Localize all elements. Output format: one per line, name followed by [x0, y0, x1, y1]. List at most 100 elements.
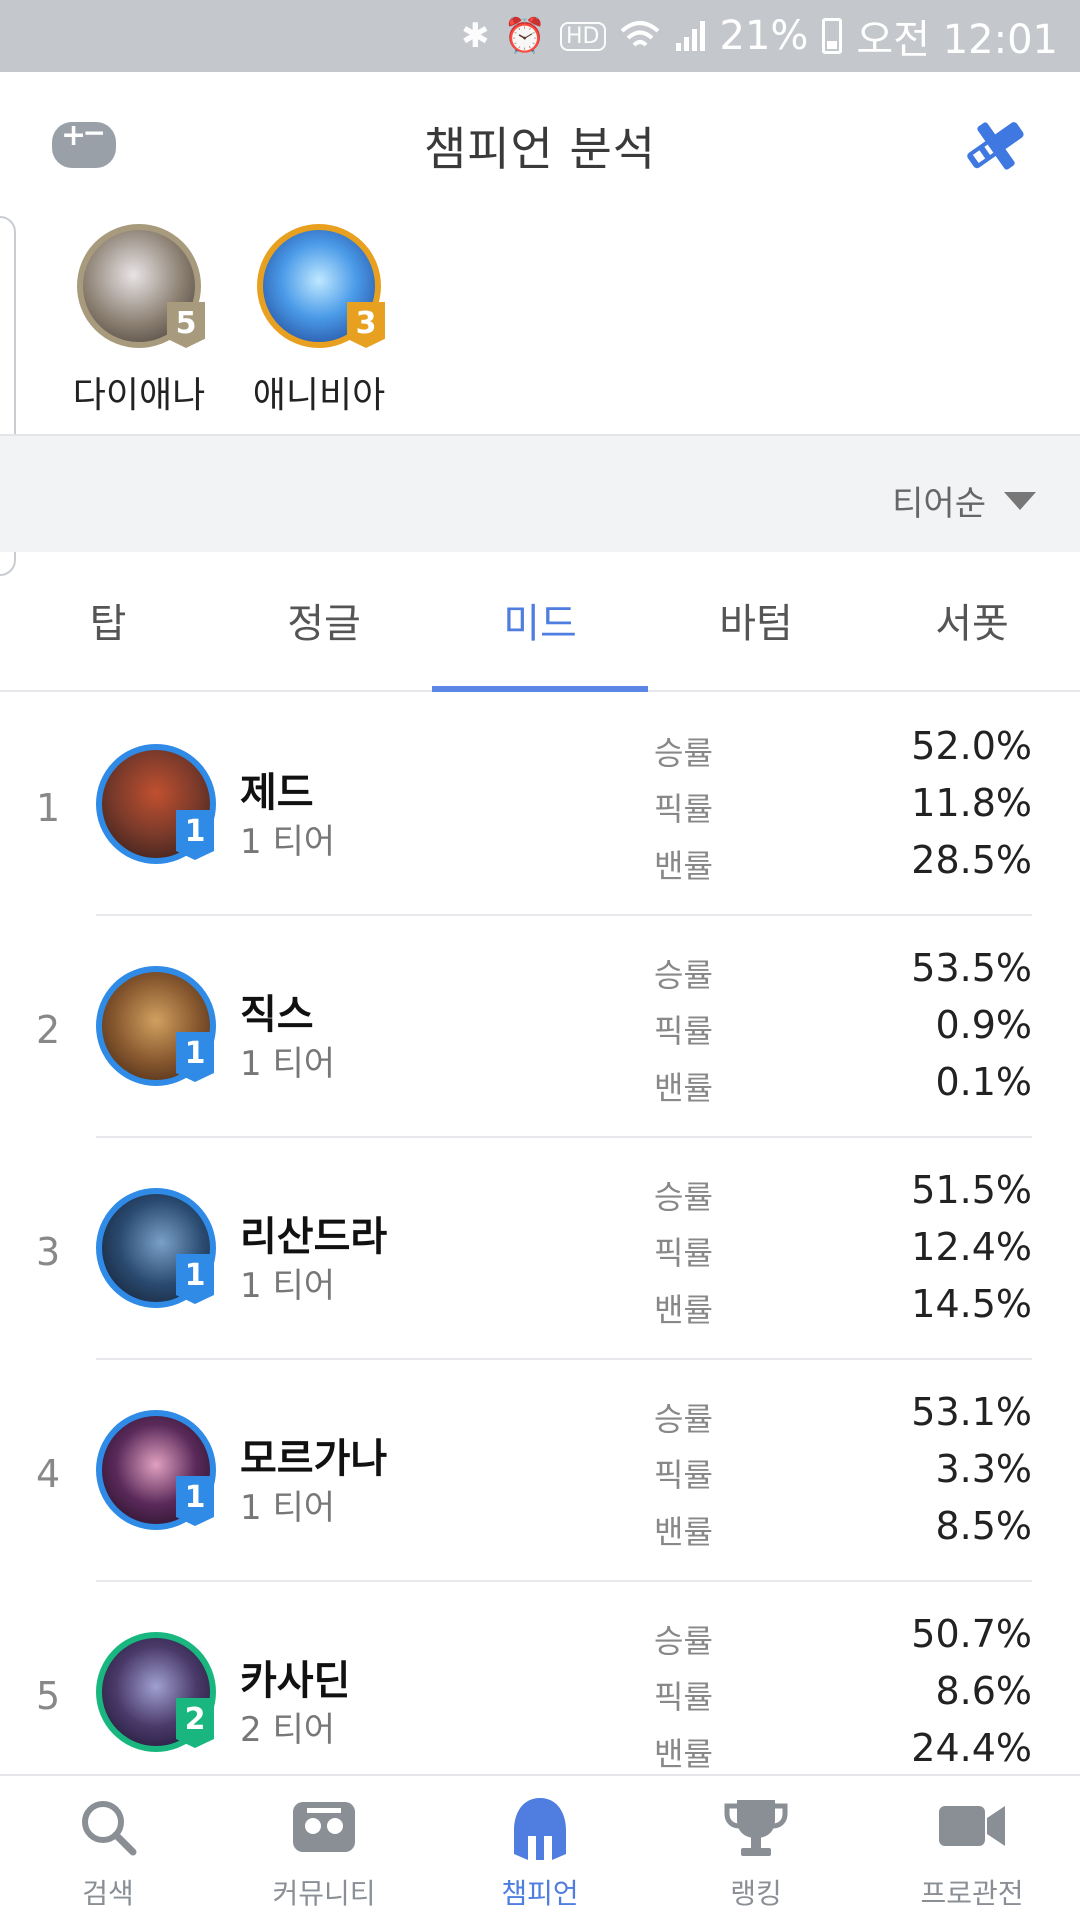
- tools-icon[interactable]: [960, 112, 1032, 180]
- champion-tier: 1 티어: [240, 1044, 335, 1084]
- nav-search[interactable]: 검색: [0, 1776, 216, 1922]
- battery-icon: [822, 18, 843, 54]
- champion-row[interactable]: 2 1 직스 1 티어 승률 픽률 밴률 53.5% 0.9% 0.1%: [0, 916, 1080, 1138]
- favorite-champions: 5 다이애나 3 애니비아: [0, 220, 1080, 430]
- ban-rate-label: 밴률: [654, 1735, 713, 1772]
- clock: 오전 12:01: [856, 17, 1058, 63]
- champion-tier: 1 티어: [240, 822, 335, 862]
- tab-bottom[interactable]: 바텀: [648, 550, 864, 690]
- pick-rate-value: 12.4%: [911, 1225, 1032, 1269]
- nav-champion[interactable]: 챔피언: [432, 1776, 648, 1922]
- tier-badge: 3: [347, 302, 385, 348]
- nav-label: 검색: [82, 1877, 134, 1910]
- app-header: 챔피언 분석: [0, 72, 1080, 220]
- champion-row[interactable]: 4 1 모르가나 1 티어 승률 픽률 밴률 53.1% 3.3% 8.5%: [0, 1360, 1080, 1582]
- tab-mid[interactable]: 미드: [432, 550, 648, 692]
- nav-label: 프로관전: [920, 1877, 1024, 1910]
- rank-number: 1: [36, 786, 61, 830]
- search-icon: [82, 1801, 137, 1856]
- sort-bar: 티어순: [0, 434, 1080, 552]
- champion-name: 리산드라: [240, 1214, 388, 1260]
- pick-rate-label: 픽률: [654, 1678, 713, 1716]
- sort-label: 티어순: [892, 484, 986, 524]
- champion-tier: 2 티어: [240, 1710, 335, 1750]
- favorite-item[interactable]: 3 애니비아: [234, 220, 404, 418]
- nav-label: 커뮤니티: [272, 1877, 376, 1910]
- ban-rate-label: 밴률: [654, 1069, 713, 1107]
- pick-rate-value: 8.6%: [935, 1669, 1032, 1713]
- win-rate-value: 52.0%: [911, 724, 1032, 768]
- rank-number: 2: [36, 1008, 61, 1052]
- ban-rate-label: 밴률: [654, 1513, 713, 1551]
- champion-row[interactable]: 5 2 카사딘 2 티어 승률 픽률 밴률 50.7% 8.6% 24.4%: [0, 1582, 1080, 1772]
- page-title: 챔피언 분석: [423, 122, 657, 176]
- tier-badge: 1: [176, 1476, 214, 1526]
- pick-rate-value: 3.3%: [935, 1447, 1032, 1491]
- wifi-icon: [620, 21, 659, 47]
- pick-rate-label: 픽률: [654, 1456, 713, 1494]
- tier-badge: 1: [176, 1032, 214, 1082]
- win-rate-value: 53.5%: [911, 946, 1032, 990]
- win-rate-label: 승률: [654, 1400, 713, 1438]
- tier-badge: 2: [176, 1698, 214, 1748]
- pick-rate-label: 픽률: [654, 1012, 713, 1050]
- champion-name: 직스: [240, 992, 314, 1038]
- champion-helmet-icon: [514, 1798, 566, 1860]
- ban-rate-value: 14.5%: [911, 1282, 1032, 1326]
- nav-community[interactable]: 커뮤니티: [216, 1776, 432, 1922]
- rank-number: 5: [36, 1674, 61, 1718]
- champion-name: 카사딘: [240, 1658, 351, 1704]
- bluetooth-icon: ✱: [461, 16, 490, 56]
- tier-badge: 5: [167, 302, 205, 348]
- favorite-name: 다이애나: [72, 375, 206, 416]
- position-tabs: 탑 정글 미드 바텀 서폿: [0, 550, 1080, 692]
- bottom-navigation: 검색 커뮤니티 챔피언 랭킹 프로관전: [0, 1774, 1080, 1922]
- rank-number: 4: [36, 1452, 61, 1496]
- win-rate-label: 승률: [654, 1178, 713, 1216]
- video-camera-icon: [939, 1806, 1005, 1846]
- ban-rate-label: 밴률: [654, 1291, 713, 1329]
- battery-percent: 21%: [719, 13, 809, 59]
- pick-rate-value: 0.9%: [935, 1003, 1032, 1047]
- nav-label: 랭킹: [730, 1877, 782, 1910]
- win-rate-value: 51.5%: [911, 1168, 1032, 1212]
- signal-icon: [675, 21, 705, 51]
- tab-top[interactable]: 탑: [0, 550, 216, 690]
- champion-row[interactable]: 1 1 제드 1 티어 승률 픽률 밴률 52.0% 11.8% 28.5%: [0, 694, 1080, 916]
- win-rate-value: 53.1%: [911, 1390, 1032, 1434]
- ban-rate-label: 밴률: [654, 847, 713, 885]
- gamepad-icon[interactable]: [52, 116, 116, 168]
- nav-label: 챔피언: [501, 1877, 579, 1910]
- sort-dropdown[interactable]: 티어순: [892, 476, 1036, 525]
- pick-rate-label: 픽률: [654, 1234, 713, 1272]
- win-rate-label: 승률: [654, 734, 713, 772]
- champion-tier: 1 티어: [240, 1266, 335, 1306]
- hd-voice-icon: HD: [560, 21, 606, 51]
- ban-rate-value: 24.4%: [911, 1726, 1032, 1770]
- favorite-name: 애니비아: [252, 375, 386, 416]
- tab-jungle[interactable]: 정글: [216, 550, 432, 690]
- status-bar: ✱ ⏰ HD 21% 오전 12:01: [0, 0, 1080, 72]
- pick-rate-label: 픽률: [654, 790, 713, 828]
- champion-row[interactable]: 3 1 리산드라 1 티어 승률 픽률 밴률 51.5% 12.4% 14.5%: [0, 1138, 1080, 1360]
- nav-pro-spectate[interactable]: 프로관전: [864, 1776, 1080, 1922]
- ban-rate-value: 0.1%: [935, 1060, 1032, 1104]
- tier-badge: 1: [176, 1254, 214, 1304]
- pick-rate-value: 11.8%: [911, 781, 1032, 825]
- champion-portrait: 3: [257, 224, 385, 348]
- community-icon: [293, 1802, 355, 1852]
- caret-down-icon: [1004, 491, 1036, 510]
- champion-tier: 1 티어: [240, 1488, 335, 1528]
- ban-rate-value: 8.5%: [935, 1504, 1032, 1548]
- win-rate-value: 50.7%: [911, 1612, 1032, 1656]
- trophy-icon: [724, 1800, 788, 1856]
- nav-ranking[interactable]: 랭킹: [648, 1776, 864, 1922]
- win-rate-label: 승률: [654, 956, 713, 994]
- tab-support[interactable]: 서폿: [864, 550, 1080, 690]
- ban-rate-value: 28.5%: [911, 838, 1032, 882]
- champion-name: 모르가나: [240, 1436, 388, 1482]
- favorite-item[interactable]: 5 다이애나: [54, 220, 224, 418]
- champion-name: 제드: [240, 770, 314, 816]
- tier-badge: 1: [176, 810, 214, 860]
- win-rate-label: 승률: [654, 1622, 713, 1660]
